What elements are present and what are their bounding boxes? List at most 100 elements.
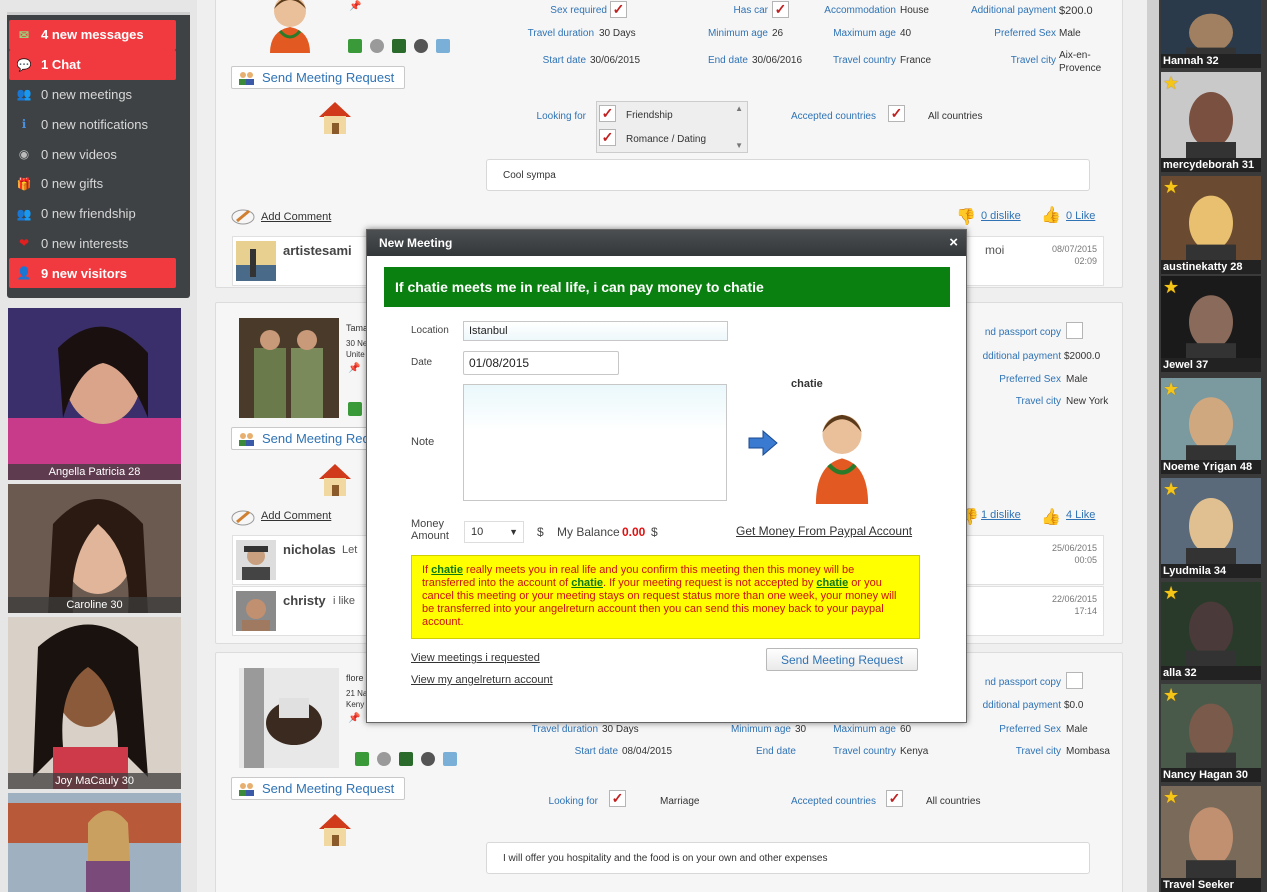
- location-input[interactable]: Istanbul: [463, 321, 728, 341]
- zoom-icon[interactable]: [436, 39, 450, 53]
- member-name[interactable]: Angella Patricia 28: [8, 464, 181, 480]
- notification-item[interactable]: 👥 0 new meetings: [9, 80, 176, 110]
- notification-item[interactable]: 👥 0 new friendship: [9, 199, 176, 229]
- dislike-link[interactable]: 1 dislike: [981, 509, 1021, 521]
- dislike-link[interactable]: 0 dislike: [981, 210, 1021, 222]
- commenter-avatar[interactable]: [236, 540, 276, 580]
- notification-item[interactable]: 👤 9 new visitors: [9, 258, 176, 289]
- member-photo[interactable]: ★ Noeme Yrigan 48: [1161, 378, 1261, 474]
- chat-bubble-icon[interactable]: [370, 39, 384, 53]
- member-photo[interactable]: Caroline 30: [8, 484, 181, 613]
- member-name[interactable]: Lyudmila 34: [1161, 564, 1261, 578]
- friendship-checkbox[interactable]: ✓: [599, 105, 616, 122]
- video-icon[interactable]: [392, 39, 406, 53]
- start-date-label: Start date: [542, 55, 586, 66]
- member-name[interactable]: mercydeborah 31: [1161, 158, 1261, 172]
- thumbs-down-icon[interactable]: 👎: [956, 207, 976, 227]
- like-link[interactable]: 0 Like: [1066, 210, 1095, 222]
- notification-item[interactable]: ◉ 0 new videos: [9, 139, 176, 169]
- looking-for-label: Looking for: [548, 796, 598, 807]
- dialog-titlebar: New Meeting ×: [367, 230, 966, 256]
- notification-item[interactable]: ✉ 4 new messages: [9, 20, 176, 50]
- user-link[interactable]: chatie: [816, 577, 848, 589]
- date-input[interactable]: 01/08/2015: [463, 351, 619, 375]
- profile-photo[interactable]: [239, 318, 339, 418]
- additional-payment-value: $2000.0: [1064, 351, 1101, 362]
- send-meeting-request-button[interactable]: Send Meeting Request: [231, 777, 406, 800]
- member-name[interactable]: Nancy Hagan 30: [1161, 768, 1261, 782]
- profile-photo[interactable]: [239, 668, 339, 768]
- member-photo[interactable]: ★ alla 32: [1161, 582, 1261, 680]
- member-name-partial[interactable]: flore: [346, 673, 364, 683]
- note-textarea[interactable]: [463, 384, 727, 501]
- member-name[interactable]: Noeme Yrigan 48: [1161, 460, 1261, 474]
- notification-item[interactable]: 💬 1 Chat: [9, 49, 176, 80]
- member-photo[interactable]: Joy MaCauly 30: [8, 617, 181, 789]
- member-photo[interactable]: ★ Jewel 37: [1161, 276, 1261, 372]
- accepted-countries-checkbox: ✓: [888, 105, 905, 122]
- chat-bubble-icon[interactable]: [377, 752, 391, 766]
- member-name[interactable]: Travel Seeker: [1161, 878, 1261, 892]
- notification-item[interactable]: ❤ 0 new interests: [9, 229, 176, 259]
- forward-icon[interactable]: [355, 752, 369, 766]
- like-link[interactable]: 4 Like: [1066, 509, 1095, 521]
- member-name[interactable]: Caroline 30: [8, 597, 181, 613]
- member-photo[interactable]: [8, 793, 181, 892]
- member-photo[interactable]: Hannah 32: [1161, 0, 1261, 68]
- commenter-name[interactable]: artistesami: [283, 243, 352, 258]
- travel-city-value: Mombasa: [1066, 746, 1110, 757]
- member-name[interactable]: Hannah 32: [1161, 54, 1261, 68]
- member-photo[interactable]: ★ Lyudmila 34: [1161, 478, 1261, 578]
- member-photo[interactable]: Angella Patricia 28: [8, 308, 181, 480]
- commenter-name[interactable]: nicholas: [283, 542, 336, 557]
- thumbs-up-icon[interactable]: 👍: [1041, 205, 1061, 225]
- scroll-down-icon[interactable]: ▼: [735, 141, 743, 150]
- commenter-name[interactable]: christy: [283, 593, 326, 608]
- add-comment-link[interactable]: Add Comment: [261, 211, 331, 223]
- member-name[interactable]: Jewel 37: [1161, 358, 1261, 372]
- notification-label: 9 new visitors: [41, 265, 127, 281]
- view-account-link[interactable]: View my angelreturn account: [411, 674, 553, 686]
- star-icon: ★: [1163, 685, 1180, 705]
- recipient-avatar[interactable]: [807, 404, 877, 504]
- forward-icon[interactable]: [348, 402, 362, 416]
- member-name-partial[interactable]: Tama: [346, 323, 368, 333]
- video-icon[interactable]: [399, 752, 413, 766]
- member-name[interactable]: alla 32: [1161, 666, 1261, 680]
- member-photo[interactable]: ★ austinekatty 28: [1161, 176, 1261, 274]
- paypal-link[interactable]: Get Money From Paypal Account: [736, 524, 912, 538]
- member-name[interactable]: austinekatty 28: [1161, 260, 1261, 274]
- amount-select[interactable]: 10 ▼: [464, 521, 524, 543]
- date-label: Date: [411, 357, 433, 368]
- money-amount-label: Money Amount: [411, 518, 449, 542]
- thumbs-up-icon[interactable]: 👍: [1041, 507, 1061, 527]
- recipient-name[interactable]: chatie: [791, 378, 823, 390]
- member-name[interactable]: Joy MaCauly 30: [8, 773, 181, 789]
- add-comment-link[interactable]: Add Comment: [261, 510, 331, 522]
- additional-payment-value: $0.0: [1064, 700, 1084, 711]
- scroll-up-icon[interactable]: ▲: [735, 104, 743, 113]
- forward-icon[interactable]: [348, 39, 362, 53]
- looking-for-list[interactable]: ✓ Friendship ✓ Romance / Dating ▲ ▼: [596, 101, 748, 153]
- romance-checkbox[interactable]: ✓: [599, 129, 616, 146]
- zoom-icon[interactable]: [443, 752, 457, 766]
- avatar[interactable]: [258, 0, 322, 53]
- notification-item[interactable]: 🎁 0 new gifts: [9, 169, 176, 199]
- commenter-avatar[interactable]: [236, 591, 276, 631]
- dialog-title: New Meeting: [379, 236, 453, 250]
- send-meeting-request-button[interactable]: Send Meeting Request: [766, 648, 918, 671]
- member-photo[interactable]: ★ Travel Seeker: [1161, 786, 1261, 892]
- user-link[interactable]: chatie: [431, 564, 463, 576]
- close-icon[interactable]: ×: [949, 234, 958, 251]
- commenter-avatar[interactable]: [236, 241, 276, 281]
- notification-item[interactable]: ℹ 0 new notifications: [9, 109, 176, 139]
- has-car-label: Has car: [733, 5, 768, 16]
- send-meeting-request-button[interactable]: Send Meeting Request: [231, 66, 406, 89]
- right-sidebar: Hannah 32 ★ mercydeborah 31 ★ austinekatty 2…: [1147, 0, 1267, 892]
- member-photo[interactable]: ★ Nancy Hagan 30: [1161, 684, 1261, 782]
- webcam-icon[interactable]: [414, 39, 428, 53]
- view-requested-meetings-link[interactable]: View meetings i requested: [411, 652, 540, 664]
- user-link[interactable]: chatie: [571, 577, 603, 589]
- webcam-icon[interactable]: [421, 752, 435, 766]
- member-photo[interactable]: ★ mercydeborah 31: [1161, 72, 1261, 172]
